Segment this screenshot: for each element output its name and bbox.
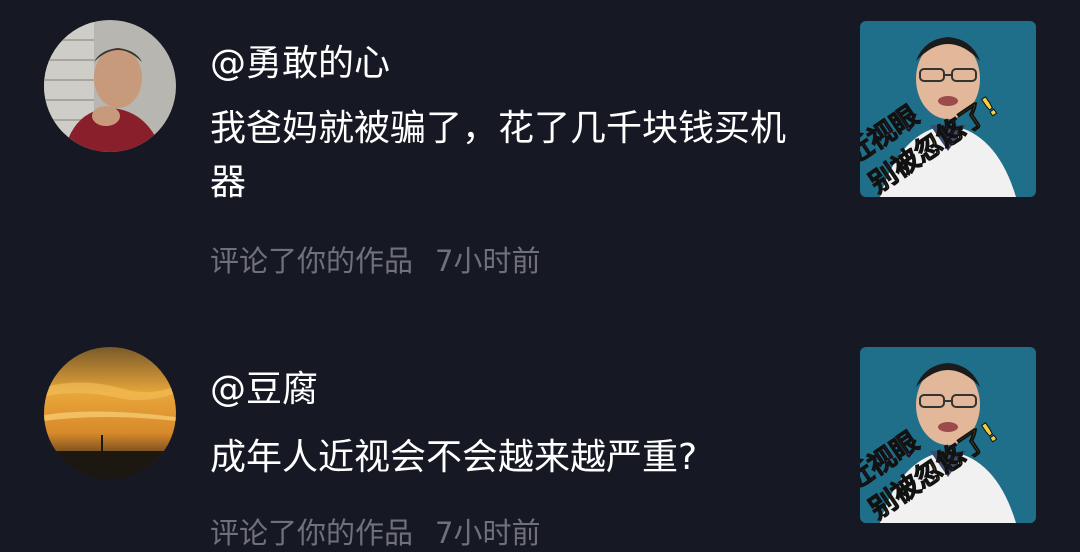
comment-meta: 评论了你的作品 7小时前 xyxy=(210,515,540,551)
avatar[interactable] xyxy=(44,20,176,152)
comment-action: 评论了你的作品 xyxy=(210,244,414,278)
notification-feed: @勇敢的心 我爸妈就被骗了，花了几千块钱买机器 评论了你的作品 7小时前 近视眼 … xyxy=(0,0,1080,552)
comment-action: 评论了你的作品 xyxy=(210,516,414,550)
comment-username[interactable]: @豆腐 xyxy=(210,368,318,412)
comment-text: 我爸妈就被骗了，花了几千块钱买机器 xyxy=(210,108,787,203)
video-thumbnail[interactable]: 近视眼 别被忽悠了! xyxy=(860,347,1036,523)
comment-notification[interactable]: @勇敢的心 我爸妈就被骗了，花了几千块钱买机器 评论了你的作品 7小时前 近视眼 … xyxy=(0,0,1080,300)
comment-meta: 评论了你的作品 7小时前 xyxy=(210,243,540,279)
avatar[interactable] xyxy=(44,347,176,479)
comment-username[interactable]: @勇敢的心 xyxy=(210,42,390,86)
comment-text: 成年人近视会不会越来越严重? xyxy=(210,437,698,478)
video-thumbnail[interactable]: 近视眼 别被忽悠了! xyxy=(860,21,1036,197)
comment-time: 7小时前 xyxy=(435,516,541,550)
comment-time: 7小时前 xyxy=(435,244,541,278)
comment-notification[interactable]: @豆腐 成年人近视会不会越来越严重? 评论了你的作品 7小时前 近视眼 别被忽悠了… xyxy=(0,300,1080,552)
